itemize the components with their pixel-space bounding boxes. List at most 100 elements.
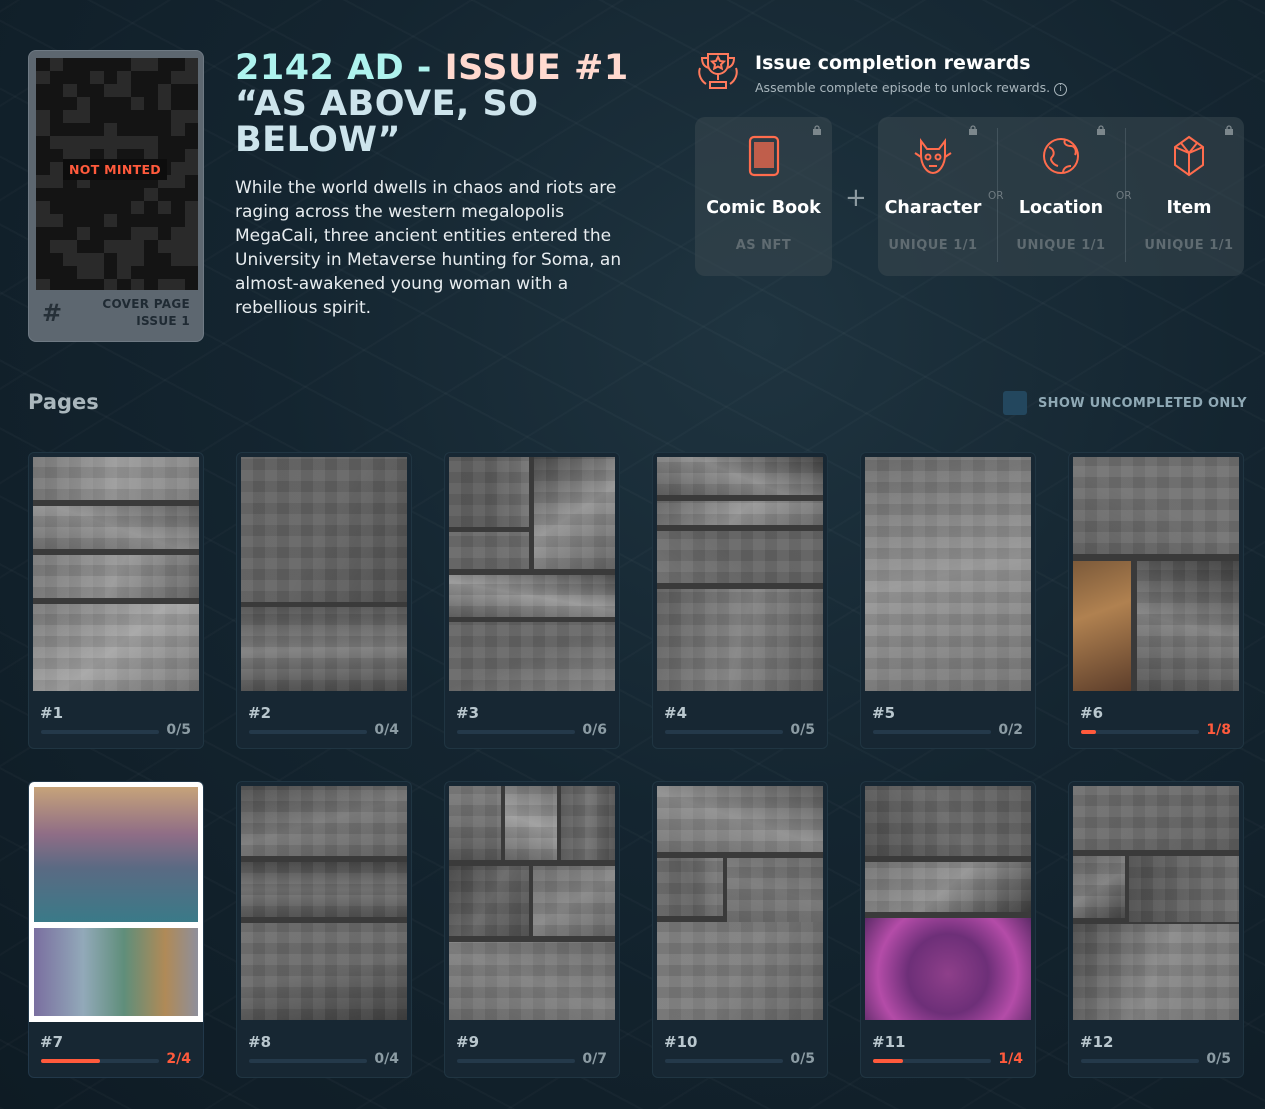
cover-label: COVER PAGE ISSUE 1: [102, 296, 190, 330]
comic-panel: [33, 457, 199, 500]
piece-count: 0/5: [1206, 1051, 1231, 1067]
pages-title: Pages: [28, 390, 99, 414]
comic-panel: [241, 786, 407, 856]
reward-sub: UNIQUE 1/1: [1016, 238, 1106, 253]
page-number: #4: [664, 704, 688, 722]
comic-panel: [533, 866, 615, 936]
issue-description: While the world dwells in chaos and riot…: [235, 178, 622, 318]
comic-panel: [865, 918, 1031, 1020]
progress-bar: [249, 730, 367, 734]
show-uncompleted-toggle[interactable]: SHOW UNCOMPLETED ONLY: [1003, 391, 1247, 415]
comic-panel: [33, 506, 199, 549]
page-number: #2: [248, 704, 272, 722]
progress-bar: [41, 730, 159, 734]
piece-count: 0/4: [374, 1051, 399, 1067]
page-thumbnail: [1073, 457, 1239, 691]
page-card-12[interactable]: #12 0/5: [1068, 781, 1244, 1078]
page-card-6[interactable]: #6 1/8: [1068, 452, 1244, 749]
page-number: #1: [40, 704, 64, 722]
progress-bar: [1081, 730, 1199, 734]
cover-label-line1: COVER PAGE: [102, 297, 190, 311]
checkbox[interactable]: [1003, 391, 1027, 415]
page-card-10[interactable]: #10 0/5: [652, 781, 828, 1078]
page-card-2[interactable]: #2 0/4: [236, 452, 412, 749]
reward-name: Item: [1166, 198, 1212, 218]
comic-panel: [657, 589, 823, 691]
progress-bar: [457, 730, 575, 734]
page-card-1[interactable]: #1 0/5: [28, 452, 204, 749]
page-card-9[interactable]: #9 0/7: [444, 781, 620, 1078]
comic-panel: [34, 928, 198, 1016]
info-icon[interactable]: i: [1054, 83, 1068, 96]
page-number: #9: [456, 1033, 480, 1051]
comic-panel: [865, 862, 1031, 912]
reward-name: Character: [884, 198, 982, 218]
page-number: #10: [664, 1033, 698, 1051]
progress-bar: [665, 730, 783, 734]
rewards-subtitle-text: Assemble complete episode to unlock rewa…: [755, 80, 1051, 95]
cover-footer: # COVER PAGE ISSUE 1: [36, 290, 196, 336]
comic-panel: [1073, 457, 1239, 554]
comic-panel: [727, 858, 823, 922]
progress-bar: [1081, 1059, 1199, 1063]
character-icon: [914, 138, 952, 175]
rewards-subtitle: Assemble complete episode to unlock rewa…: [755, 80, 1115, 96]
comic-panel: [1073, 561, 1131, 691]
lock-icon: [813, 125, 821, 135]
reward-sub: AS NFT: [735, 238, 792, 253]
reward-name: Comic Book: [706, 198, 821, 218]
cover-card[interactable]: NOT MINTED # COVER PAGE ISSUE 1: [28, 50, 204, 342]
trophy-icon: [698, 53, 738, 89]
page-thumbnail: [33, 457, 199, 691]
title-part-1: 2142 AD -: [235, 48, 445, 88]
page-card-8[interactable]: #8 0/4: [236, 781, 412, 1078]
comic-panel: [449, 575, 615, 617]
page-thumbnail: [449, 786, 615, 1020]
piece-count: 0/2: [998, 722, 1023, 738]
rewards-title: Issue completion rewards: [755, 52, 1031, 74]
comic-book-reward-box[interactable]: Comic Book AS NFT: [695, 117, 832, 276]
progress-bar: [41, 1059, 159, 1063]
comic-panel: [241, 923, 407, 1020]
progress-fill: [1081, 730, 1096, 734]
comic-panel: [34, 787, 198, 922]
comic-panel: [1137, 561, 1239, 691]
page-thumbnail: [1073, 786, 1239, 1020]
page-card-7[interactable]: #7 2/4: [28, 781, 204, 1078]
comic-panel: [33, 604, 199, 691]
comic-panel: [449, 532, 529, 569]
comic-panel: [657, 786, 823, 852]
comic-panel: [241, 607, 407, 691]
comic-panel: [1073, 856, 1125, 918]
comic-panel: [865, 786, 1031, 856]
comic-panel: [1073, 924, 1239, 1020]
tablet-icon: [748, 135, 779, 177]
page-card-4[interactable]: #4 0/5: [652, 452, 828, 749]
page-thumbnail: [29, 782, 203, 1022]
comic-panel: [865, 457, 1031, 691]
toggle-label: SHOW UNCOMPLETED ONLY: [1038, 395, 1247, 411]
piece-count: 1/4: [998, 1051, 1023, 1067]
page-card-11[interactable]: #11 1/4: [860, 781, 1036, 1078]
page-thumbnail: [449, 457, 615, 691]
comic-panel: [241, 862, 407, 917]
comic-panel: [561, 786, 615, 860]
page-card-3[interactable]: #3 0/6: [444, 452, 620, 749]
title-part-2: ISSUE #1: [444, 48, 629, 88]
piece-count: 0/6: [582, 722, 607, 738]
comic-panel: [657, 457, 823, 495]
lock-icon: [1097, 125, 1105, 135]
unique-rewards-box[interactable]: Character UNIQUE 1/1 Location UNIQUE 1/1…: [878, 117, 1244, 276]
comic-panel: [1129, 856, 1239, 922]
reward-location: Location UNIQUE 1/1: [1006, 117, 1116, 276]
comic-panel: [534, 457, 615, 569]
progress-bar: [457, 1059, 575, 1063]
page-thumbnail: [657, 457, 823, 691]
or-label: OR: [988, 190, 1004, 202]
page-number: #3: [456, 704, 480, 722]
progress-bar: [249, 1059, 367, 1063]
comic-panel: [657, 922, 823, 1020]
reward-sub: UNIQUE 1/1: [1144, 238, 1234, 253]
page-number: #7: [40, 1033, 64, 1051]
page-card-5[interactable]: #5 0/2: [860, 452, 1036, 749]
